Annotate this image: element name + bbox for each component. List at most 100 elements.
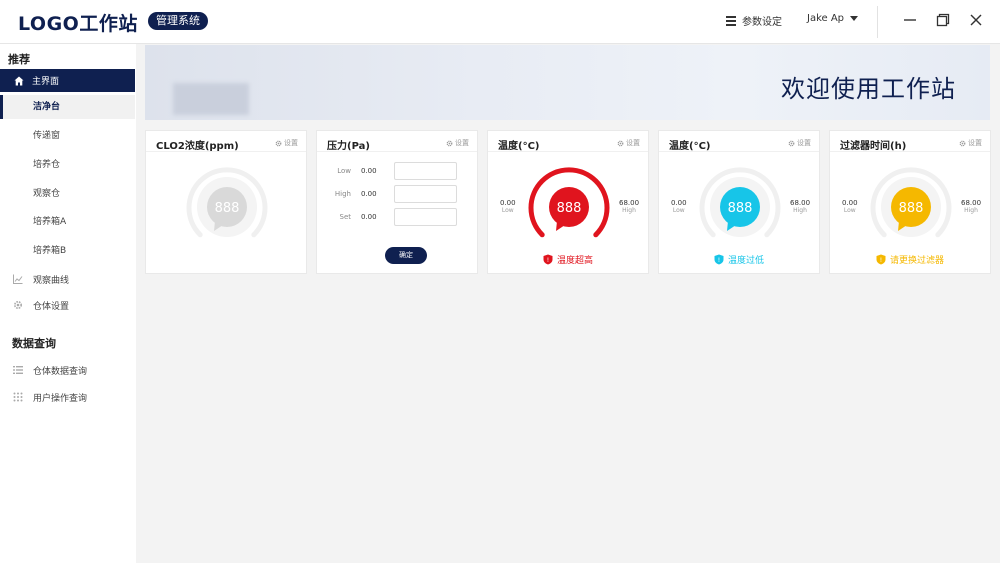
- card-temp-high: 温度(°C) 设置 0.00 Low 68.00 High 888 ! 温度超高: [487, 130, 649, 274]
- max-value: 68.00 High: [790, 199, 811, 214]
- pressure-set-input[interactable]: [394, 208, 457, 226]
- top-header: LOGO工作站 管理系统 参数设定 Jake Ap: [0, 0, 1000, 44]
- pressure-low-input[interactable]: [394, 162, 457, 180]
- sidebar-item-main[interactable]: 主界面: [0, 69, 135, 92]
- status-text: 请更换过滤器: [889, 256, 944, 266]
- row-value: 0.00: [361, 167, 377, 175]
- confirm-button[interactable]: 确定: [385, 247, 427, 264]
- min-value: 0.00 Low: [671, 199, 687, 214]
- card-settings-button[interactable]: 设置: [446, 138, 469, 148]
- status-alert: ! 温度超高: [488, 253, 648, 266]
- max-value: 68.00 High: [961, 199, 982, 214]
- sidebar-item-label: 仓体设置: [33, 301, 70, 312]
- settings-label: 设置: [797, 139, 811, 147]
- sidebar-item-incubator-b[interactable]: 培养箱B: [0, 239, 135, 263]
- settings-label: 设置: [284, 139, 298, 147]
- sidebar-item-culture-chamber[interactable]: 培养仓: [0, 153, 135, 177]
- settings-button[interactable]: 参数设定: [726, 13, 782, 28]
- gear-icon: [13, 300, 23, 310]
- sidebar-item-observe-curve[interactable]: 观察曲线: [0, 268, 135, 290]
- settings-label: 设置: [968, 139, 982, 147]
- shield-alert-icon: !: [714, 254, 724, 265]
- gear-icon: [617, 140, 624, 146]
- banner-decoration: [173, 83, 249, 115]
- row-value: 0.00: [361, 190, 377, 198]
- card-title: 压力(Pa): [327, 141, 370, 152]
- card-title: 温度(°C): [498, 141, 540, 152]
- gear-icon: [788, 140, 795, 146]
- card-settings-button[interactable]: 设置: [959, 138, 982, 148]
- line-chart-icon: [13, 274, 23, 284]
- card-filter: 过滤器时间(h) 设置 0.00 Low 68.00 High 888 ! 请更换过…: [829, 130, 991, 274]
- section-title-recommend: 推荐: [8, 53, 30, 66]
- status-text: 温度超高: [556, 256, 593, 266]
- system-badge: 管理系统: [148, 12, 208, 30]
- card-title: 过滤器时间(h): [840, 141, 907, 152]
- sidebar-item-label: 观察曲线: [33, 275, 70, 286]
- svg-text:!: !: [547, 257, 549, 264]
- menu-icon: [726, 16, 736, 26]
- temp-low-gauge: 888: [699, 167, 781, 238]
- row-label: High: [334, 190, 351, 198]
- card-settings-button[interactable]: 设置: [788, 138, 811, 148]
- card-settings-button[interactable]: 设置: [275, 138, 298, 148]
- min-value: 0.00 Low: [842, 199, 858, 214]
- sidebar-item-observe-chamber[interactable]: 观察仓: [0, 182, 135, 206]
- sidebar-item-chamber-settings[interactable]: 仓体设置: [0, 294, 135, 316]
- status-alert: ! 温度过低: [659, 253, 819, 266]
- svg-text:!: !: [880, 257, 882, 264]
- pressure-high-input[interactable]: [394, 185, 457, 203]
- card-temp-low: 温度(°C) 设置 0.00 Low 68.00 High 888 ! 温度过低: [658, 130, 820, 274]
- user-name: Jake Ap: [807, 13, 845, 24]
- pressure-row-low: Low 0.00: [317, 162, 477, 180]
- section-title-query: 数据查询: [12, 337, 56, 350]
- shield-alert-icon: !: [876, 254, 886, 265]
- grid-icon: [13, 392, 23, 402]
- chevron-down-icon: [850, 16, 859, 21]
- pressure-row-high: High 0.00: [317, 185, 477, 203]
- sidebar-item-clean-bench[interactable]: 洁净台: [0, 95, 135, 119]
- svg-text:!: !: [718, 257, 720, 264]
- clo2-gauge: 888: [186, 167, 268, 238]
- card-title: CLO2浓度(ppm): [156, 141, 239, 152]
- sidebar-item-label: 主界面: [32, 77, 60, 87]
- sidebar-item-incubator-a[interactable]: 培养箱A: [0, 210, 135, 234]
- sidebar-item-label: 用户操作查询: [33, 393, 88, 404]
- app-window: LOGO工作站 管理系统 参数设定 Jake Ap 推荐 主界面 洁净台 传递窗…: [0, 0, 1000, 563]
- minimize-icon[interactable]: [903, 13, 917, 27]
- gear-icon: [275, 140, 282, 146]
- gauge-value: 888: [728, 201, 753, 216]
- card-settings-button[interactable]: 设置: [617, 138, 640, 148]
- restore-icon[interactable]: [936, 13, 950, 27]
- close-icon[interactable]: [969, 13, 983, 27]
- settings-label: 参数设定: [742, 17, 782, 28]
- home-icon: [14, 76, 24, 85]
- header-divider: [877, 6, 878, 38]
- temp-high-gauge: 888: [528, 167, 610, 238]
- list-icon: [13, 366, 23, 374]
- sidebar-item-label: 仓体数据查询: [33, 366, 88, 377]
- gear-icon: [959, 140, 966, 146]
- status-text: 温度过低: [727, 256, 764, 266]
- row-label: Set: [339, 213, 352, 221]
- shield-alert-icon: !: [543, 254, 553, 265]
- user-menu-button[interactable]: Jake Ap: [807, 13, 859, 24]
- sidebar-item-pass-box[interactable]: 传递窗: [0, 124, 135, 148]
- row-label: Low: [337, 167, 351, 175]
- card-pressure: 压力(Pa) 设置 Low 0.00 High 0.00 Set 0.00 确定: [316, 130, 478, 274]
- banner-title: 欢迎使用工作站: [781, 75, 956, 103]
- gauge-value: 888: [557, 201, 582, 216]
- logo: LOGO工作站: [18, 13, 138, 35]
- welcome-banner: 欢迎使用工作站: [145, 45, 990, 120]
- min-value: 0.00 Low: [500, 199, 516, 214]
- sidebar-item-chamber-data-query[interactable]: 仓体数据查询: [0, 359, 135, 381]
- filter-gauge: 888: [870, 167, 952, 238]
- settings-label: 设置: [455, 139, 469, 147]
- max-value: 68.00 High: [619, 199, 640, 214]
- sidebar-item-user-op-query[interactable]: 用户操作查询: [0, 386, 135, 408]
- status-alert: ! 请更换过滤器: [830, 253, 990, 266]
- gauge-value: 888: [215, 201, 240, 216]
- gear-icon: [446, 140, 453, 146]
- card-title: 温度(°C): [669, 141, 711, 152]
- row-value: 0.00: [361, 213, 377, 221]
